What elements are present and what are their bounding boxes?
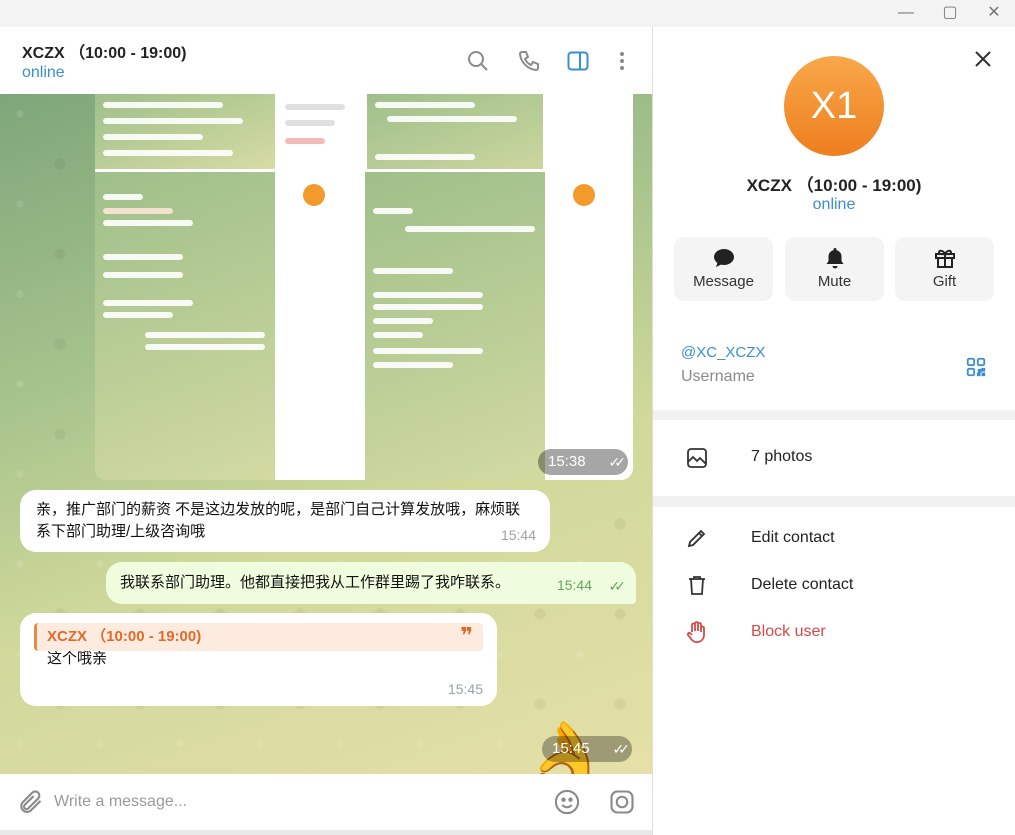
username-value[interactable]: @XC_XCZX — [681, 344, 765, 361]
screenshot-thumbnail[interactable] — [95, 172, 363, 480]
quote-author: XCZX （10:00 - 19:00) — [47, 628, 202, 645]
read-check-icon: ✓✓ — [612, 741, 631, 757]
phone-icon[interactable] — [517, 49, 541, 73]
image-icon — [685, 446, 709, 470]
screenshot-thumbnail[interactable] — [365, 172, 633, 480]
minimize-button[interactable]: — — [884, 2, 928, 24]
message-time: 15:44 — [500, 527, 536, 543]
chat-status: online — [22, 64, 65, 81]
mute-button[interactable]: Mute — [785, 237, 884, 301]
window-close-button[interactable]: ✕ — [972, 2, 1015, 24]
emoji-time-label: 15:45 — [552, 740, 590, 757]
message-button-label: Message — [693, 273, 754, 290]
gift-button-label: Gift — [932, 273, 957, 290]
message-input[interactable] — [54, 784, 524, 820]
profile-status: online — [812, 196, 856, 213]
qr-code-icon[interactable] — [965, 356, 987, 378]
bell-icon — [823, 246, 847, 270]
edit-contact-label: Edit contact — [751, 529, 835, 546]
attach-icon[interactable] — [16, 788, 44, 816]
message-time: 15:45 ✓✓ — [542, 736, 632, 762]
message-text: 亲，推广部门的薪资 不是这边发放的呢，是部门自己计算发放哦，麻烦联系下部门助理/… — [36, 501, 521, 540]
message-text: 我联系部门助理。他都直接把我从工作群里踢了我咋联系。 — [120, 574, 511, 591]
username-section: @XC_XCZX Username — [653, 322, 1015, 410]
message-bubble-incoming[interactable]: 亲，推广部门的薪资 不是这边发放的呢，是部门自己计算发放哦，麻烦联系下部门助理/… — [20, 490, 550, 552]
quote-icon: ❞ — [460, 623, 473, 648]
chat-area: 15:38 ✓✓ 亲，推广部门的薪资 不是这边发放的呢，是部门自己计算发放哦，麻… — [0, 94, 652, 774]
message-time: 15:38 ✓✓ — [538, 449, 628, 475]
more-vertical-icon[interactable] — [610, 49, 634, 73]
search-icon[interactable] — [466, 49, 490, 73]
username-label: Username — [681, 368, 755, 385]
message-bubble-reply[interactable]: XCZX （10:00 - 19:00) ❞ 推广部门的薪资 不是这边发放的呢，… — [20, 613, 497, 706]
pencil-icon — [685, 526, 709, 550]
avatar[interactable]: X1 — [784, 56, 884, 156]
sidebar-toggle-icon[interactable] — [566, 49, 590, 73]
chat-header: XCZX （10:00 - 19:00) online — [0, 27, 652, 94]
hand-stop-icon — [685, 620, 709, 644]
camera-icon[interactable] — [608, 788, 636, 816]
profile-panel: X1 XCZX （10:00 - 19:00) online Message M… — [653, 27, 1015, 835]
message-composer — [0, 774, 652, 830]
delete-contact-label: Delete contact — [751, 576, 854, 593]
media-message[interactable] — [95, 94, 633, 480]
mute-button-label: Mute — [817, 273, 852, 290]
window-title-bar: — ▢ ✕ — [0, 0, 1015, 27]
gift-button[interactable]: Gift — [895, 237, 994, 301]
photos-count: 7 photos — [751, 448, 813, 465]
block-user-label: Block user — [751, 623, 826, 640]
shared-media-section[interactable]: 7 photos — [653, 420, 1015, 496]
maximize-button[interactable]: ▢ — [928, 2, 972, 24]
gift-icon — [933, 246, 957, 270]
chat-title[interactable]: XCZX （10:00 - 19:00) — [22, 39, 187, 63]
quoted-message[interactable]: XCZX （10:00 - 19:00) ❞ — [34, 623, 483, 651]
message-button[interactable]: Message — [674, 237, 773, 301]
emoji-smile-icon[interactable] — [553, 788, 581, 816]
read-check-icon: ✓✓ — [608, 578, 627, 594]
contact-actions: Edit contact Delete contact Block user — [653, 507, 1015, 835]
message-bubble-outgoing[interactable]: 我联系部门助理。他都直接把我从工作群里踢了我咋联系。 15:44 ✓✓ — [106, 562, 636, 604]
read-check-icon: ✓✓ — [608, 454, 627, 470]
screenshot-thumbnail[interactable] — [367, 94, 633, 169]
close-icon[interactable] — [971, 47, 995, 71]
message-time: 15:44 — [556, 577, 592, 593]
message-time: 15:45 — [447, 681, 483, 697]
screenshot-thumbnail[interactable] — [95, 94, 275, 169]
chat-bubble-icon — [712, 246, 736, 270]
profile-name: XCZX （10:00 - 19:00) — [746, 176, 922, 195]
screenshot-thumbnail[interactable] — [277, 94, 365, 169]
profile-header: X1 XCZX （10:00 - 19:00) online Message M… — [653, 27, 1015, 322]
media-time-label: 15:38 — [548, 453, 586, 470]
trash-icon — [685, 573, 709, 597]
